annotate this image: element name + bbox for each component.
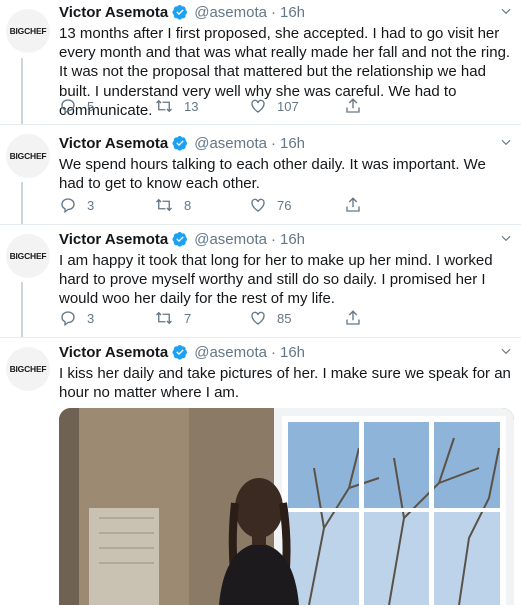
share-button[interactable] — [344, 97, 439, 115]
retweet-icon — [156, 99, 172, 113]
reply-count: 5 — [87, 98, 95, 114]
share-button[interactable] — [344, 196, 439, 214]
like-count: 76 — [277, 197, 292, 213]
retweet-button[interactable]: 8 — [154, 196, 249, 214]
tweet-3[interactable]: BIGCHEF Victor Asemota @asemota · 16h I … — [0, 224, 521, 338]
tweet-header: Victor Asemota @asemota · 16h — [59, 2, 513, 22]
avatar[interactable]: BIGCHEF — [6, 234, 50, 278]
retweet-button[interactable]: 13 — [154, 97, 249, 115]
tweet-photo[interactable] — [59, 408, 514, 605]
chevron-down-icon[interactable] — [499, 231, 513, 249]
thread-connector — [21, 58, 23, 124]
tweet-timestamp[interactable]: 16h — [280, 135, 305, 152]
author-handle[interactable]: @asemota — [194, 135, 267, 152]
like-button[interactable]: 76 — [249, 196, 344, 214]
verified-badge-icon — [172, 135, 188, 151]
share-icon — [346, 98, 360, 113]
share-icon — [346, 197, 360, 212]
author-name[interactable]: Victor Asemota — [59, 344, 168, 361]
author-name[interactable]: Victor Asemota — [59, 231, 168, 248]
reply-icon — [61, 311, 75, 327]
share-button[interactable] — [344, 309, 439, 327]
like-count: 85 — [277, 310, 292, 326]
author-name[interactable]: Victor Asemota — [59, 4, 168, 21]
like-button[interactable]: 85 — [249, 309, 344, 327]
tweet-timestamp[interactable]: 16h — [280, 231, 305, 248]
avatar[interactable]: BIGCHEF — [6, 9, 50, 53]
chevron-down-icon[interactable] — [499, 135, 513, 153]
heart-icon — [251, 198, 265, 212]
avatar-logo-text: BIGCHEF — [9, 364, 47, 374]
tweet-header: Victor Asemota @asemota · 16h — [59, 342, 513, 362]
reply-icon — [61, 99, 75, 115]
verified-badge-icon — [172, 4, 188, 20]
chevron-down-icon[interactable] — [499, 344, 513, 362]
tweet-header: Victor Asemota @asemota · 16h — [59, 133, 513, 153]
retweet-count: 13 — [184, 98, 199, 114]
avatar[interactable]: BIGCHEF — [6, 134, 50, 178]
tweet-text: I am happy it took that long for her to … — [59, 252, 493, 308]
avatar-logo-text: BIGCHEF — [9, 251, 47, 261]
avatar-logo-text: BIGCHEF — [9, 151, 47, 161]
retweet-icon — [156, 311, 172, 325]
reply-count: 3 — [87, 310, 95, 326]
author-name[interactable]: Victor Asemota — [59, 135, 168, 152]
tweet-timestamp[interactable]: 16h — [280, 344, 305, 361]
heart-icon — [251, 99, 265, 113]
author-handle[interactable]: @asemota — [194, 231, 267, 248]
tweet-2[interactable]: BIGCHEF Victor Asemota @asemota · 16h We… — [0, 124, 521, 225]
tweet-text: We spend hours talking to each other dai… — [59, 156, 486, 193]
like-count: 107 — [277, 98, 299, 114]
like-button[interactable]: 107 — [249, 97, 344, 115]
tweet-text: I kiss her daily and take pictures of he… — [59, 365, 511, 402]
reply-button[interactable]: 5 — [59, 97, 154, 115]
chevron-down-icon[interactable] — [499, 4, 513, 22]
author-handle[interactable]: @asemota — [194, 344, 267, 361]
reply-button[interactable]: 3 — [59, 309, 154, 327]
retweet-count: 8 — [184, 197, 192, 213]
retweet-icon — [156, 198, 172, 212]
retweet-button[interactable]: 7 — [154, 309, 249, 327]
author-handle[interactable]: @asemota — [194, 4, 267, 21]
reply-count: 3 — [87, 197, 95, 213]
reply-icon — [61, 198, 75, 214]
share-icon — [346, 310, 360, 325]
heart-icon — [251, 311, 265, 325]
tweet-1[interactable]: BIGCHEF Victor Asemota @asemota · 16h 13… — [0, 0, 521, 125]
reply-button[interactable]: 3 — [59, 196, 154, 214]
tweet-header: Victor Asemota @asemota · 16h — [59, 229, 513, 249]
avatar[interactable]: BIGCHEF — [6, 347, 50, 391]
retweet-count: 7 — [184, 310, 192, 326]
verified-badge-icon — [172, 344, 188, 360]
verified-badge-icon — [172, 231, 188, 247]
tweet-timestamp[interactable]: 16h — [280, 4, 305, 21]
thread-connector — [21, 182, 23, 224]
avatar-logo-text: BIGCHEF — [9, 26, 47, 36]
photo-illustration — [59, 408, 514, 605]
thread-connector — [21, 282, 23, 337]
